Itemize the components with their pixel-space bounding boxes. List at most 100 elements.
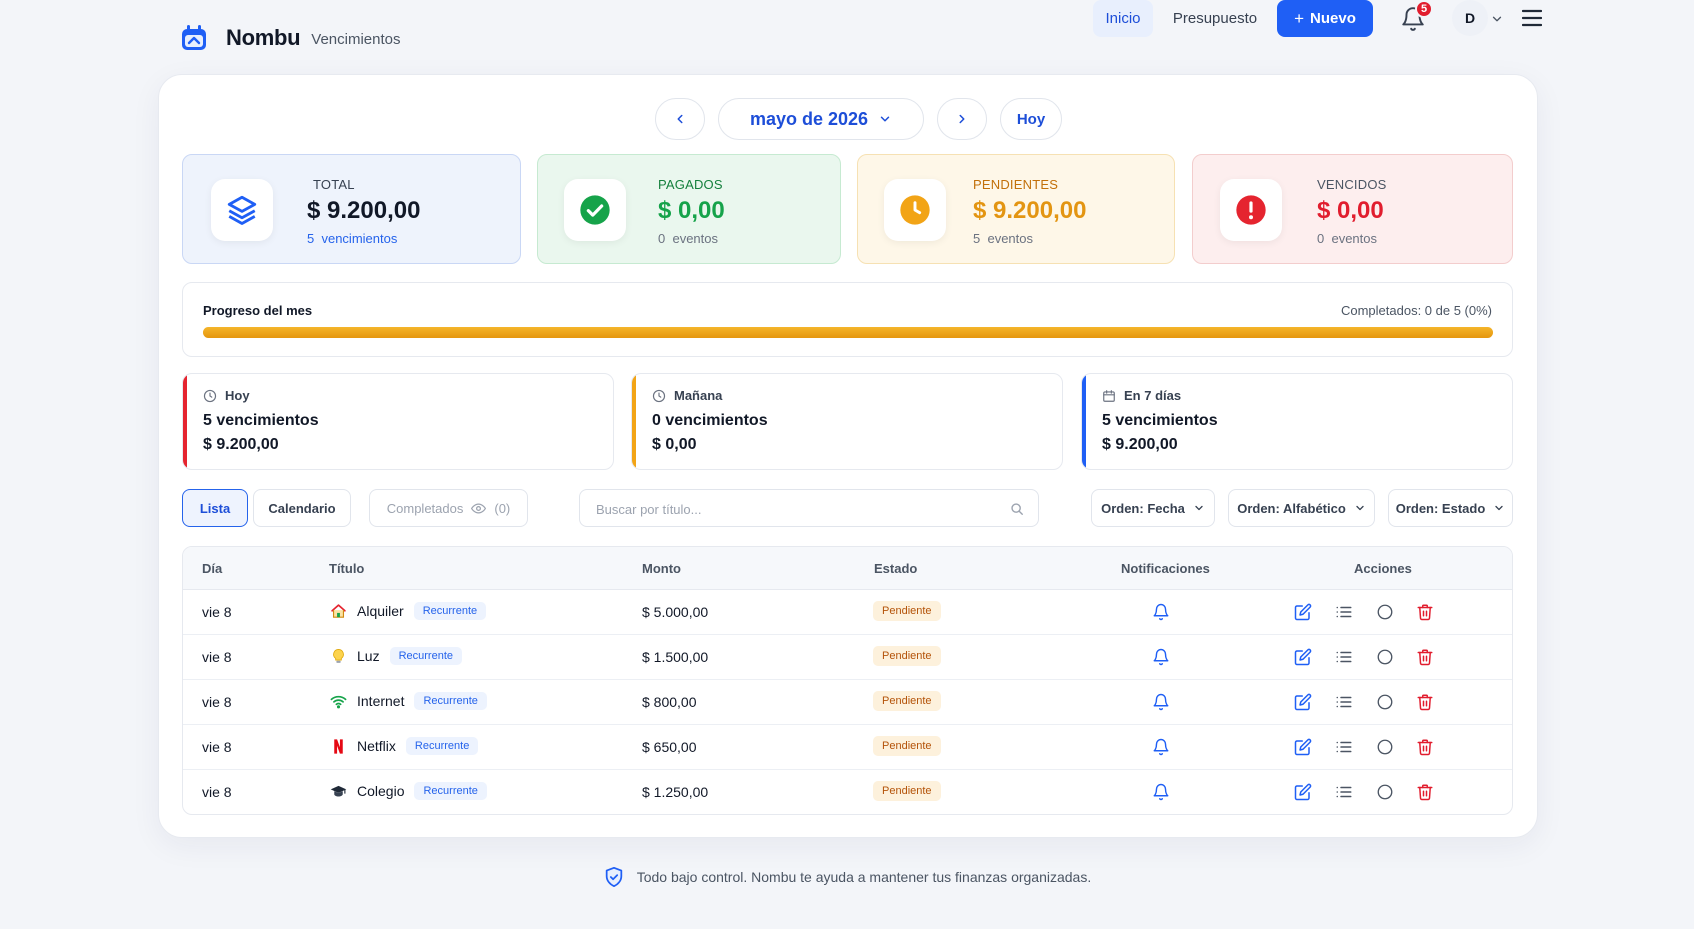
trash-icon[interactable] <box>1416 603 1434 621</box>
progress-completed-text: Completados: 0 de 5 (0%) <box>1340 303 1492 318</box>
sort-estado-select[interactable]: Orden: Estado <box>1388 489 1513 527</box>
row-title: Netflix <box>357 738 396 754</box>
footer-text: Todo bajo control. Nombu te ayuda a mant… <box>636 869 1092 885</box>
prev-month-button[interactable] <box>655 98 705 140</box>
upcoming-card-today[interactable]: Hoy 5 vencimientos $ 9.200,00 <box>182 373 614 470</box>
table-row[interactable]: vie 8 Alquiler Recurrente $ 5.000,00 Pen… <box>183 590 1512 635</box>
show-completed-toggle[interactable]: Completados (0) <box>369 489 528 527</box>
avatar[interactable]: D <box>1452 0 1488 36</box>
completed-label: Completados <box>386 500 464 516</box>
sort-alfabetico-select[interactable]: Orden: Alfabético <box>1228 489 1375 527</box>
table-row[interactable]: vie 8 Netflix Recurrente $ 650,00 Pendie… <box>183 725 1512 770</box>
stat-icon-container <box>1220 179 1282 241</box>
progress-title: Progreso del mes <box>203 303 313 318</box>
status-badge: Pendiente <box>873 781 941 801</box>
stat-icon-container <box>564 179 626 241</box>
mark-paid-circle-icon[interactable] <box>1376 603 1394 621</box>
mark-paid-circle-icon[interactable] <box>1376 783 1394 801</box>
chevron-down-icon <box>1495 505 1503 511</box>
calendar-icon <box>1103 389 1115 402</box>
sort-label: Orden: Alfabético <box>1237 500 1346 516</box>
brand[interactable]: Nombu Vencimientos <box>180 24 400 52</box>
stat-sub-count: 0 <box>658 231 666 246</box>
header-titulo[interactable]: Título <box>329 561 364 576</box>
recurring-badge: Recurrente <box>389 647 462 665</box>
table-row[interactable]: vie 8 Internet Recurrente $ 800,00 Pendi… <box>183 680 1512 725</box>
row-amount: $ 1.250,00 <box>642 784 709 800</box>
row-day: vie 8 <box>202 694 232 710</box>
header-estado[interactable]: Estado <box>874 561 917 576</box>
nav-presupuesto[interactable]: Presupuesto <box>1162 0 1268 37</box>
row-title: Alquiler <box>357 603 404 619</box>
clock-icon <box>900 195 930 225</box>
chevron-down-icon <box>1356 505 1364 511</box>
edit-icon[interactable] <box>1294 693 1312 711</box>
footer: Todo bajo control. Nombu te ayuda a mant… <box>0 866 1694 888</box>
row-amount: $ 800,00 <box>642 694 697 710</box>
bell-icon[interactable] <box>1152 738 1170 756</box>
hamburger-menu-icon[interactable] <box>1522 9 1542 27</box>
list-details-icon[interactable] <box>1335 693 1353 711</box>
chevron-down-icon <box>880 116 890 122</box>
edit-icon[interactable] <box>1294 648 1312 666</box>
trash-icon[interactable] <box>1416 783 1434 801</box>
row-day: vie 8 <box>202 649 232 665</box>
expenses-table: Día Título Monto Estado Notificaciones A… <box>182 546 1513 815</box>
lightbulb-icon <box>329 647 347 665</box>
chevron-down-icon[interactable] <box>1490 12 1504 26</box>
recurring-badge: Recurrente <box>414 782 487 800</box>
header-acciones: Acciones <box>1354 561 1412 576</box>
trash-icon[interactable] <box>1416 648 1434 666</box>
header-dia[interactable]: Día <box>202 561 222 576</box>
nav-inicio[interactable]: Inicio <box>1093 0 1153 37</box>
mark-paid-circle-icon[interactable] <box>1376 648 1394 666</box>
row-day: vie 8 <box>202 739 232 755</box>
new-button[interactable]: + Nuevo <box>1277 0 1373 37</box>
stat-icon-container <box>884 179 946 241</box>
month-progress-card: Progreso del mes Completados: 0 de 5 (0%… <box>182 282 1513 357</box>
header-monto[interactable]: Monto <box>642 561 681 576</box>
next-month-button[interactable] <box>937 98 987 140</box>
month-selector[interactable]: mayo de 2026 <box>718 98 924 140</box>
progress-fill <box>203 327 1493 338</box>
bell-icon[interactable] <box>1152 693 1170 711</box>
table-header: Día Título Monto Estado Notificaciones A… <box>183 547 1512 590</box>
list-details-icon[interactable] <box>1335 648 1353 666</box>
notification-count-badge: 5 <box>1415 0 1433 18</box>
edit-icon[interactable] <box>1294 603 1312 621</box>
table-row[interactable]: vie 8 Colegio Recurrente $ 1.250,00 Pend… <box>183 770 1512 814</box>
upcoming-card-tomorrow[interactable]: Mañana 0 vencimientos $ 0,00 <box>631 373 1063 470</box>
search-icon[interactable] <box>1010 502 1024 516</box>
mark-paid-circle-icon[interactable] <box>1376 693 1394 711</box>
upcoming-card-week[interactable]: En 7 días 5 vencimientos $ 9.200,00 <box>1081 373 1513 470</box>
stat-value: $ 9.200,00 <box>307 197 421 224</box>
tab-calendario[interactable]: Calendario <box>253 489 351 527</box>
trash-icon[interactable] <box>1416 693 1434 711</box>
stat-label: PENDIENTES <box>973 177 1059 192</box>
mark-paid-circle-icon[interactable] <box>1376 738 1394 756</box>
upcoming-label: Hoy <box>225 388 250 403</box>
tab-lista[interactable]: Lista <box>182 489 248 527</box>
bell-icon[interactable] <box>1152 603 1170 621</box>
clock-icon <box>652 389 666 402</box>
search-input[interactable] <box>596 499 996 519</box>
edit-icon[interactable] <box>1294 783 1312 801</box>
list-details-icon[interactable] <box>1335 603 1353 621</box>
stat-card-total: TOTAL $ 9.200,00 5 vencimientos <box>182 154 521 264</box>
header-notificaciones: Notificaciones <box>1121 561 1210 576</box>
list-details-icon[interactable] <box>1335 738 1353 756</box>
row-day: vie 8 <box>202 784 232 800</box>
sort-fecha-select[interactable]: Orden: Fecha <box>1091 489 1215 527</box>
list-details-icon[interactable] <box>1335 783 1353 801</box>
upcoming-head: Mañana <box>652 388 722 403</box>
trash-icon[interactable] <box>1416 738 1434 756</box>
status-badge: Pendiente <box>873 691 941 711</box>
stat-sub-count: 0 <box>1317 231 1325 246</box>
bell-icon[interactable] <box>1152 648 1170 666</box>
search-box <box>579 489 1039 527</box>
edit-icon[interactable] <box>1294 738 1312 756</box>
bell-icon[interactable] <box>1152 783 1170 801</box>
table-row[interactable]: vie 8 Luz Recurrente $ 1.500,00 Pendient… <box>183 635 1512 680</box>
today-button[interactable]: Hoy <box>1000 98 1062 140</box>
stat-sub: 5 vencimientos <box>307 231 397 246</box>
